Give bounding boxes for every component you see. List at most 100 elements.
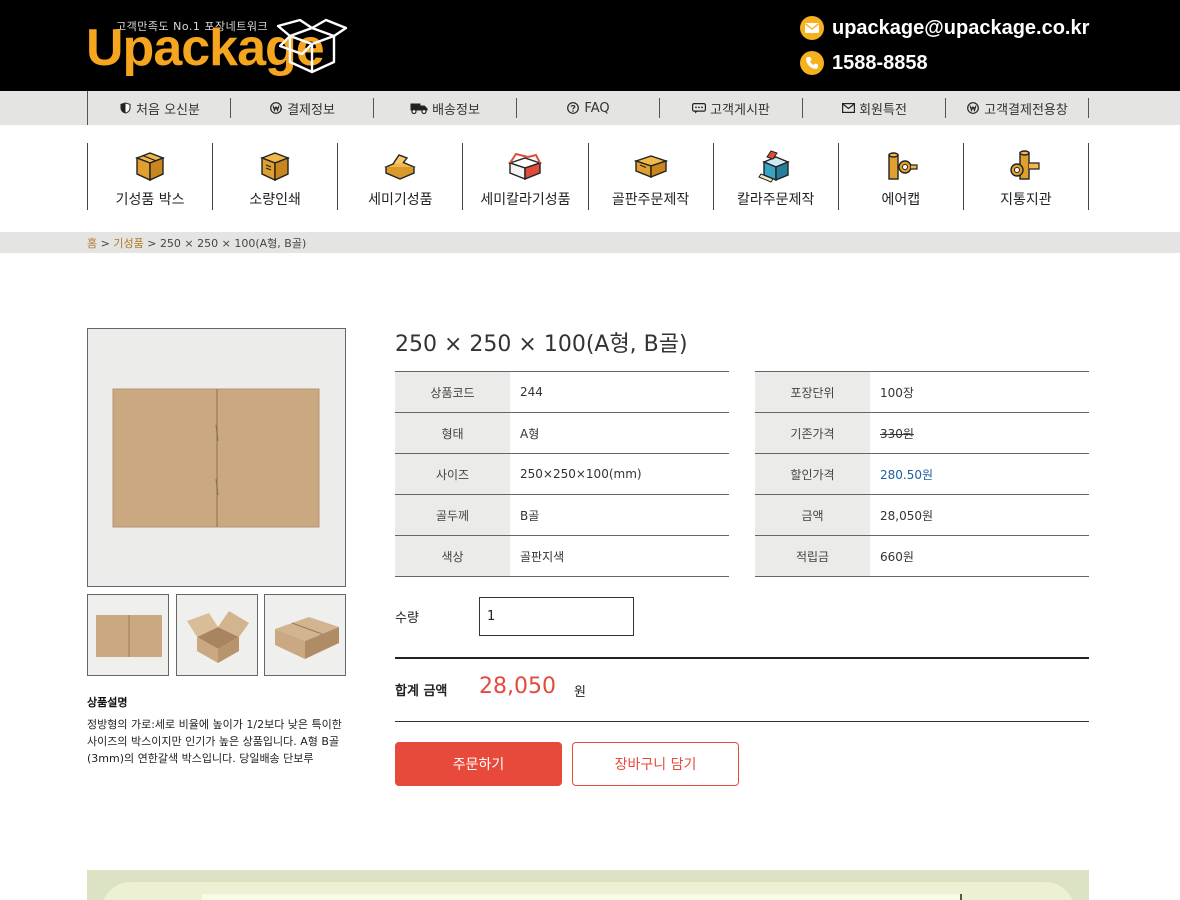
closed-box-thumbnail <box>265 595 345 675</box>
product-main-image[interactable] <box>87 328 346 587</box>
chat-icon <box>692 101 707 115</box>
subnav-item-member-benefits[interactable]: 회원특전 <box>803 98 946 118</box>
breadcrumb-category[interactable]: 기성품 <box>113 237 143 250</box>
thumbnail-1[interactable] <box>87 594 169 676</box>
shield-icon <box>118 101 132 115</box>
truck-icon <box>410 101 428 115</box>
subnav-label: 고객게시판 <box>710 102 770 118</box>
original-price: 330원 <box>880 426 914 441</box>
spec-key: 포장단위 <box>755 372 870 412</box>
sale-price: 280.50원 <box>880 467 934 482</box>
spec-key: 할인가격 <box>755 454 870 494</box>
category-paper-tube[interactable]: 지통지관 <box>964 143 1089 210</box>
category-stock-box[interactable]: 기성품 박스 <box>88 143 214 210</box>
quantity-label: 수량 <box>395 611 419 626</box>
spec-value: 28,050원 <box>880 508 934 523</box>
open-box-icon <box>384 154 417 180</box>
subnav-item-shipping-info[interactable]: 배송정보 <box>374 98 517 118</box>
breadcrumb-separator: > <box>97 237 114 250</box>
category-label: 지통지관 <box>1000 192 1052 208</box>
contact-phone[interactable]: 1588-8858 <box>800 49 1140 77</box>
spec-key: 금액 <box>755 495 870 535</box>
breadcrumb-current: 250 × 250 × 100(A형, B골) <box>159 237 307 250</box>
spec-value: 244 <box>520 385 543 399</box>
phone-icon <box>800 51 824 75</box>
category-nav: 기성품 박스 소량인쇄 세미기성품 세미칼라기성품 골판주문제작 칼라주문제작 … <box>87 143 1089 210</box>
total-divider-top <box>395 657 1089 659</box>
total-amount: 28,050 <box>479 674 556 699</box>
spec-row: 색상 골판지색 <box>395 536 729 577</box>
spec-row: 할인가격 280.50원 <box>755 454 1089 495</box>
subnav-item-first-visit[interactable]: 처음 오신분 <box>88 98 231 118</box>
category-label: 골판주문제작 <box>611 192 690 208</box>
subnav-item-board[interactable]: 고객게시판 <box>660 98 803 118</box>
subnav-label: 회원특전 <box>859 102 907 118</box>
spec-row: 적립금 660원 <box>755 536 1089 577</box>
spec-value: 250×250×100(mm) <box>520 467 642 481</box>
product-title: 250 × 250 × 100(A형, B골) <box>395 332 688 357</box>
printed-box-icon <box>260 152 291 182</box>
roll-icon <box>888 152 918 180</box>
category-label: 칼라주문제작 <box>737 192 815 208</box>
spec-value: B골 <box>520 508 540 523</box>
spec-row: 사이즈 250×250×100(mm) <box>395 454 729 495</box>
spec-row: 골두께 B골 <box>395 495 729 536</box>
subnav-label: 고객결제전용창 <box>984 102 1068 118</box>
category-semi-stock[interactable]: 세미기성품 <box>338 143 464 210</box>
spec-key: 상품코드 <box>395 372 510 412</box>
spec-key: 적립금 <box>755 536 870 576</box>
flat-box-icon <box>633 155 668 179</box>
total-divider-bottom <box>395 721 1089 722</box>
breadcrumb-separator: > <box>143 237 160 250</box>
spec-value: 660원 <box>880 549 914 564</box>
category-label: 소량인쇄 <box>249 192 301 208</box>
banner-strip <box>202 894 962 900</box>
subnav-item-customer-payment[interactable]: 고객결제전용창 <box>946 98 1089 118</box>
breadcrumb-home[interactable]: 홈 <box>87 237 97 250</box>
spec-table-left: 상품코드 244 형태 A형 사이즈 250×250×100(mm) 골두께 B골 색상… <box>395 371 729 577</box>
bottom-banner <box>87 870 1089 900</box>
spec-row: 포장단위 100장 <box>755 372 1089 413</box>
category-small-print[interactable]: 소량인쇄 <box>213 143 339 210</box>
category-label: 에어캡 <box>881 192 921 208</box>
tube-icon <box>1010 150 1040 180</box>
contact-email[interactable]: upackage@upackage.co.kr <box>800 14 1140 42</box>
spec-row: 금액 28,050원 <box>755 495 1089 536</box>
quantity-input[interactable] <box>479 597 634 636</box>
thumbnail-2[interactable] <box>175 594 258 676</box>
total-unit: 원 <box>574 685 586 700</box>
add-to-cart-button[interactable]: 장바구니 담기 <box>572 742 739 786</box>
mail-icon <box>800 16 824 40</box>
spec-key: 골두께 <box>395 495 510 535</box>
top-header: 고객만족도 No.1 포장네트워크 Upackage upackage@upac… <box>0 0 1180 91</box>
category-label: 세미칼라기성품 <box>480 192 571 208</box>
category-label: 기성품 박스 <box>115 192 185 208</box>
breadcrumb-bar: 홈 > 기성품 > 250 × 250 × 100(A형, B골) <box>0 232 1180 253</box>
logo[interactable]: 고객만족도 No.1 포장네트워크 Upackage <box>86 14 356 77</box>
category-semi-color[interactable]: 세미칼라기성품 <box>463 143 589 210</box>
box-logo-icon <box>276 18 348 74</box>
category-air-cap[interactable]: 에어캡 <box>839 143 964 210</box>
spec-key: 사이즈 <box>395 454 510 494</box>
open-box-thumbnail <box>176 595 257 675</box>
description-text: 정방형의 가로:세로 비율에 높이가 1/2보다 낮은 특이한 사이즈의 박스이… <box>87 718 342 765</box>
spec-row: 형태 A형 <box>395 413 729 454</box>
category-color-custom[interactable]: 칼라주문제작 <box>714 143 839 210</box>
subnav-item-faq[interactable]: FAQ <box>517 98 660 118</box>
category-label: 세미기성품 <box>368 192 433 208</box>
utility-nav: 처음 오신분 결제정보 배송정보 FAQ 고객게시판 회원특전 고객결제전용창 <box>0 91 1180 125</box>
won-icon <box>269 101 283 115</box>
custom-color-box-icon <box>757 150 790 183</box>
spec-key: 색상 <box>395 536 510 576</box>
spec-row: 상품코드 244 <box>395 372 729 413</box>
spec-value: 골판지색 <box>520 549 565 564</box>
thumbnail-3[interactable] <box>264 594 346 676</box>
spec-key: 형태 <box>395 413 510 453</box>
product-thumbnails <box>87 594 346 676</box>
category-corrugated-custom[interactable]: 골판주문제작 <box>589 143 714 210</box>
order-button[interactable]: 주문하기 <box>395 742 562 786</box>
subnav-item-payment-info[interactable]: 결제정보 <box>231 98 374 118</box>
subnav-label: 처음 오신분 <box>136 102 200 118</box>
spec-row: 기존가격 330원 <box>755 413 1089 454</box>
flat-box-thumbnail <box>88 595 168 675</box>
